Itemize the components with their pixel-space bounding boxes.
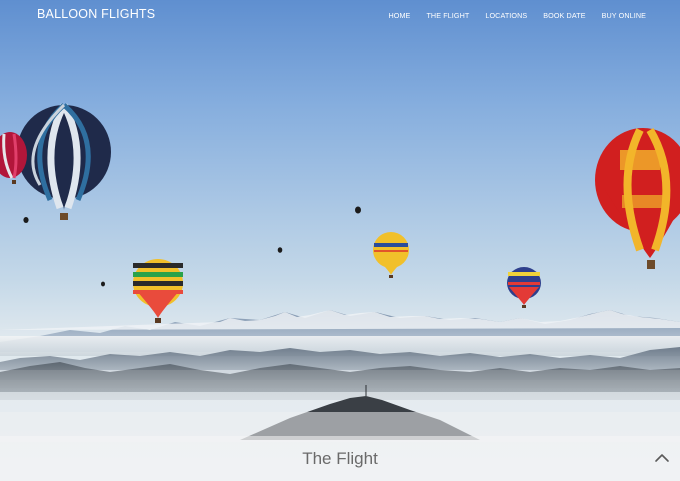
nav-link-buy-online[interactable]: BUY ONLINE	[602, 11, 646, 20]
balloon-large-right	[595, 127, 680, 269]
scroll-up-button[interactable]	[654, 450, 670, 466]
nav-item-the-flight: THE FLIGHT	[426, 5, 469, 23]
nav-link-the-flight[interactable]: THE FLIGHT	[426, 11, 469, 20]
hero-image	[0, 0, 680, 481]
balloon-tiny-2	[23, 217, 29, 223]
nav-menu: HOME THE FLIGHT LOCATIONS BOOK DATE BUY …	[388, 5, 646, 23]
section-header-bar: The Flight	[0, 436, 680, 481]
balloon-large-left	[17, 103, 111, 220]
balloon-striped-midleft	[133, 259, 183, 323]
nav-link-book-date[interactable]: BOOK DATE	[543, 11, 585, 20]
nav-item-buy-online: BUY ONLINE	[602, 5, 646, 23]
nav-link-locations[interactable]: LOCATIONS	[485, 11, 527, 20]
chevron-up-icon	[655, 454, 669, 462]
balloon-yellow-center	[373, 232, 409, 278]
nav-item-locations: LOCATIONS	[485, 5, 527, 23]
top-navbar: BALLOON FLIGHTS HOME THE FLIGHT LOCATION…	[0, 0, 680, 28]
nav-item-book-date: BOOK DATE	[543, 5, 585, 23]
brand-link[interactable]: BALLOON FLIGHTS	[37, 7, 155, 21]
balloon-tiny-4	[101, 281, 105, 287]
nav-item-home: HOME	[388, 5, 410, 23]
balloon-tiny-1	[355, 206, 361, 214]
section-title: The Flight	[302, 449, 378, 468]
hero-scene	[0, 103, 680, 442]
nav-link-home[interactable]: HOME	[388, 11, 410, 20]
balloon-tiny-3	[277, 247, 283, 253]
balloon-small-right	[507, 267, 541, 308]
